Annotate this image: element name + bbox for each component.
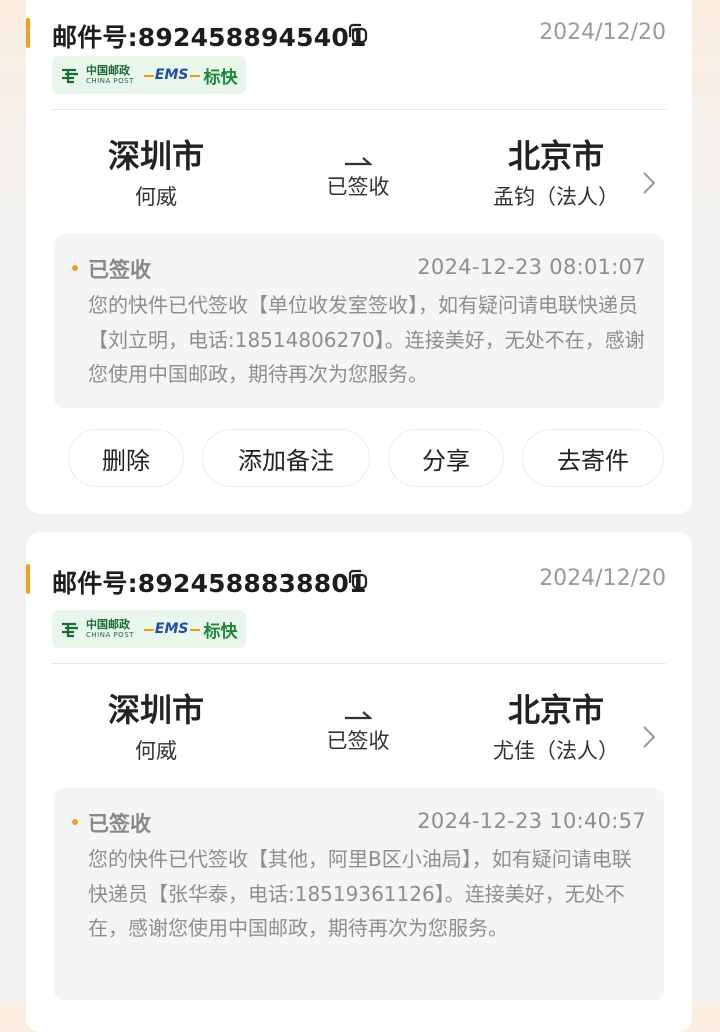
- trace-detail: 您的快件已代签收【单位收发室签收】，如有疑问请电联快递员【刘立明，电话:1851…: [88, 293, 645, 386]
- china-post-logo-icon: [62, 622, 78, 638]
- origin-city: 深圳市: [107, 137, 204, 175]
- shipment-card[interactable]: 邮件号:8924588945401 2024/12/20 中国邮政 CHINA …: [26, 0, 692, 514]
- delivery-status: 已签收: [326, 729, 390, 753]
- ems-logo: EMS: [144, 67, 199, 83]
- divider: [52, 109, 666, 110]
- accent-bar: [26, 18, 30, 48]
- trace-time: 2024-12-23 08:01:07: [417, 255, 646, 279]
- sender-name: 何威: [135, 185, 177, 209]
- shipment-card[interactable]: 邮件号:8924588838801 2024/12/20 中国邮政 CHINA …: [26, 532, 692, 1032]
- destination-city: 北京市: [507, 691, 604, 729]
- copy-icon[interactable]: [346, 22, 370, 46]
- shipment-date: 2024/12/20: [539, 566, 666, 591]
- latest-trace[interactable]: 已签收 2024-12-23 10:40:57 您的快件已代签收【其他，阿里B区…: [54, 788, 664, 1000]
- card-header: 邮件号:8924588945401 2024/12/20: [26, 8, 692, 58]
- copy-icon[interactable]: [346, 568, 370, 592]
- recipient-name: 尤佳（法人）: [493, 739, 619, 763]
- tracking-number: 邮件号:8924588945401: [52, 23, 367, 52]
- status-dot-icon: [72, 265, 78, 271]
- latest-trace[interactable]: 已签收 2024-12-23 08:01:07 您的快件已代签收【单位收发室签收…: [54, 234, 664, 408]
- chevron-right-icon[interactable]: [642, 171, 656, 195]
- destination-city: 北京市: [507, 137, 604, 175]
- send-package-button[interactable]: 去寄件: [522, 429, 664, 487]
- shipment-date: 2024/12/20: [539, 20, 666, 45]
- origin-city: 深圳市: [107, 691, 204, 729]
- trace-time: 2024-12-23 10:40:57: [417, 809, 646, 833]
- arrow-icon: [345, 157, 372, 166]
- delete-button[interactable]: 删除: [68, 429, 184, 487]
- accent-bar: [26, 564, 30, 594]
- china-post-text: 中国邮政 CHINA POST: [86, 64, 134, 85]
- ems-logo: EMS: [144, 621, 199, 637]
- status-dot-icon: [72, 819, 78, 825]
- service-type: 标快: [203, 621, 238, 642]
- trace-detail: 您的快件已代签收【其他，阿里B区小油局】，如有疑问请电联快递员【张华泰，电话:1…: [88, 847, 632, 940]
- divider: [52, 663, 666, 664]
- trace-status: 已签收: [88, 812, 151, 836]
- tracking-number: 邮件号:8924588838801: [52, 569, 367, 598]
- share-button[interactable]: 分享: [388, 429, 504, 487]
- trace-status: 已签收: [88, 258, 151, 282]
- carrier-badge: 中国邮政 CHINA POST EMS 标快: [52, 56, 246, 94]
- china-post-text: 中国邮政 CHINA POST: [86, 618, 134, 639]
- recipient-name: 孟钧（法人）: [493, 185, 619, 209]
- carrier-badge: 中国邮政 CHINA POST EMS 标快: [52, 610, 246, 648]
- sender-name: 何威: [135, 739, 177, 763]
- china-post-logo-icon: [62, 68, 78, 84]
- chevron-right-icon[interactable]: [642, 725, 656, 749]
- route-row[interactable]: 深圳市 何威 已签收 北京市 尤佳（法人）: [26, 685, 692, 765]
- card-header: 邮件号:8924588838801 2024/12/20: [26, 554, 692, 604]
- service-type: 标快: [203, 67, 238, 88]
- action-row: 删除 添加备注 分享 去寄件: [26, 429, 692, 489]
- delivery-status: 已签收: [326, 175, 390, 199]
- arrow-icon: [345, 711, 372, 720]
- add-note-button[interactable]: 添加备注: [202, 429, 370, 487]
- route-row[interactable]: 深圳市 何威 已签收 北京市 孟钧（法人）: [26, 131, 692, 211]
